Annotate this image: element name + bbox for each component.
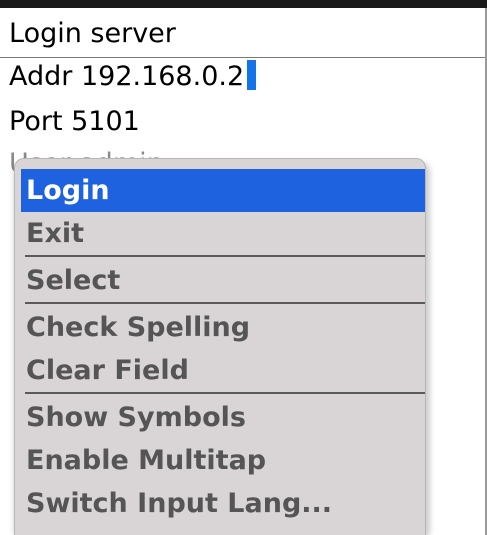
login-server-screen: Login server Addr 192.168.0.2 Port 5101 … (0, 0, 487, 535)
menu-separator (25, 255, 425, 257)
port-field-value[interactable]: Port 5101 (9, 106, 140, 137)
text-cursor (247, 60, 257, 90)
menu-item-show-symbols[interactable]: Show Symbols (21, 396, 425, 439)
menu-item-list: Login Exit Select Check Spelling Clear F… (21, 169, 425, 525)
port-field[interactable]: Port 5101 (9, 104, 140, 140)
menu-item-clear-field[interactable]: Clear Field (21, 349, 425, 392)
addr-field[interactable]: Addr 192.168.0.2 (9, 59, 257, 95)
menu-item-exit[interactable]: Exit (21, 212, 425, 255)
top-edge (0, 0, 487, 8)
context-menu: Login Exit Select Check Spelling Clear F… (14, 158, 426, 535)
menu-item-login[interactable]: Login (21, 169, 425, 212)
menu-item-enable-multitap[interactable]: Enable Multitap (21, 439, 425, 482)
menu-separator (25, 392, 425, 394)
menu-separator (25, 302, 425, 304)
menu-item-check-spelling[interactable]: Check Spelling (21, 306, 425, 349)
addr-field-value[interactable]: Addr 192.168.0.2 (9, 61, 244, 92)
menu-item-switch-input-lang[interactable]: Switch Input Lang... (21, 482, 425, 525)
menu-item-select[interactable]: Select (21, 259, 425, 302)
title-bar: Login server (0, 8, 487, 58)
screen-title: Login server (9, 18, 176, 49)
